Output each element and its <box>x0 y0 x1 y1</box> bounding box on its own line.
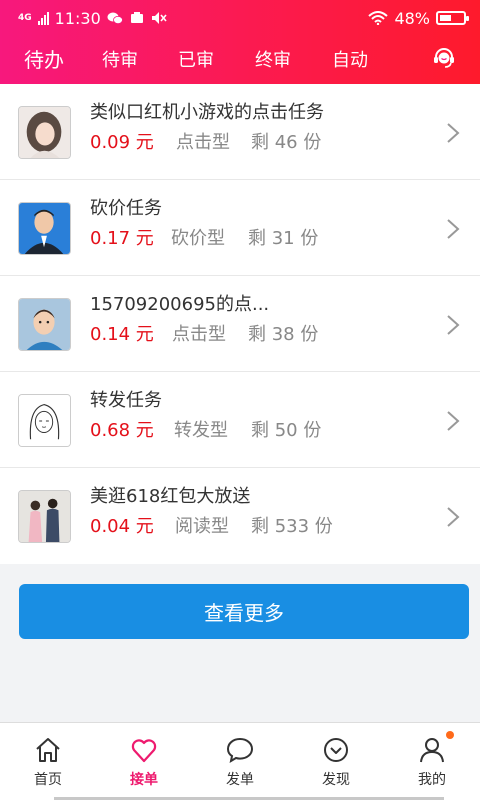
task-avatar-sketch <box>18 394 71 447</box>
tab-daishen[interactable]: 待审 <box>102 46 138 72</box>
status-bar: 4G 11:30 48% <box>0 0 480 36</box>
nav-label: 首页 <box>34 772 62 788</box>
nav-label: 接单 <box>130 772 158 788</box>
task-title: 类似口红机小游戏的点击任务 <box>90 102 324 123</box>
task-price: 0.68 元 <box>90 420 154 441</box>
task-price: 0.04 元 <box>90 516 154 537</box>
header: 4G 11:30 48% 待办 待审 已审 终审 自动 <box>0 0 480 84</box>
nav-discover[interactable]: 发现 <box>288 723 384 800</box>
task-avatar-cartoon <box>18 298 71 351</box>
chat-icon <box>226 737 254 764</box>
task-title: 15709200695的点... <box>90 294 270 315</box>
task-remain: 剩 50 份 <box>251 420 322 441</box>
wifi-icon <box>368 11 389 25</box>
nav-label: 发单 <box>226 772 254 788</box>
chevron-right-icon <box>447 123 460 143</box>
nav-mine[interactable]: 我的 <box>384 723 480 800</box>
sim-icon <box>130 12 143 23</box>
tab-daiban[interactable]: 待办 <box>24 44 64 73</box>
task-type: 砍价型 <box>171 228 225 249</box>
chevron-right-icon <box>447 219 460 239</box>
nav-label: 我的 <box>418 772 446 788</box>
task-title: 转发任务 <box>90 390 162 411</box>
task-type: 转发型 <box>174 420 228 441</box>
task-item[interactable]: 砍价任务 0.17 元 砍价型 剩 31 份 <box>0 180 480 276</box>
task-type: 点击型 <box>176 132 230 153</box>
task-item[interactable]: 类似口红机小游戏的点击任务 0.09 元 点击型 剩 46 份 <box>0 84 480 180</box>
task-price: 0.14 元 <box>90 324 154 345</box>
task-type: 阅读型 <box>175 516 229 537</box>
nav-label: 发现 <box>322 772 350 788</box>
discover-icon <box>324 738 348 762</box>
task-title: 美逛618红包大放送 <box>90 486 251 507</box>
task-avatar-man <box>18 202 71 255</box>
chevron-right-icon <box>447 315 460 335</box>
tab-zidong[interactable]: 自动 <box>332 46 368 72</box>
task-price: 0.17 元 <box>90 228 154 249</box>
task-list: 类似口红机小游戏的点击任务 0.09 元 点击型 剩 46 份 砍价任务 0.1… <box>0 84 480 564</box>
nav-orders[interactable]: 接单 <box>96 723 192 800</box>
task-title: 砍价任务 <box>90 198 162 219</box>
status-time: 11:30 <box>54 8 101 28</box>
nav-publish[interactable]: 发单 <box>192 723 288 800</box>
task-item[interactable]: 15709200695的点... 0.14 元 点击型 剩 38 份 <box>0 276 480 372</box>
top-tabs: 待办 待审 已审 终审 自动 <box>0 36 480 84</box>
task-item[interactable]: 转发任务 0.68 元 转发型 剩 50 份 <box>0 372 480 468</box>
task-remain: 剩 46 份 <box>251 132 322 153</box>
task-avatar-couple <box>18 490 71 543</box>
notification-badge <box>446 731 454 739</box>
home-icon <box>36 738 60 762</box>
wechat-icon <box>107 12 123 24</box>
task-price: 0.09 元 <box>90 132 154 153</box>
task-remain: 剩 31 份 <box>248 228 319 249</box>
user-icon <box>420 738 444 763</box>
battery-icon <box>436 11 469 25</box>
task-remain: 剩 533 份 <box>251 516 333 537</box>
view-more-button[interactable]: 查看更多 <box>19 584 469 639</box>
task-avatar-girl <box>18 106 71 159</box>
chevron-right-icon <box>447 507 460 527</box>
mute-icon <box>151 12 167 24</box>
tab-yishen[interactable]: 已审 <box>178 46 214 72</box>
nav-home[interactable]: 首页 <box>0 723 96 800</box>
bottom-nav: 首页 接单 发单 发现 我的 <box>0 722 480 800</box>
network-type: 4G <box>18 12 32 23</box>
chevron-right-icon <box>447 411 460 431</box>
task-remain: 剩 38 份 <box>248 324 319 345</box>
battery-percent: 48% <box>394 8 430 28</box>
task-type: 点击型 <box>172 324 226 345</box>
task-item[interactable]: 美逛618红包大放送 0.04 元 阅读型 剩 533 份 <box>0 468 480 564</box>
signal-icon <box>37 11 49 25</box>
tab-zhongshen[interactable]: 终审 <box>255 46 291 72</box>
heart-icon <box>131 739 157 763</box>
customer-service-icon[interactable] <box>432 46 456 70</box>
